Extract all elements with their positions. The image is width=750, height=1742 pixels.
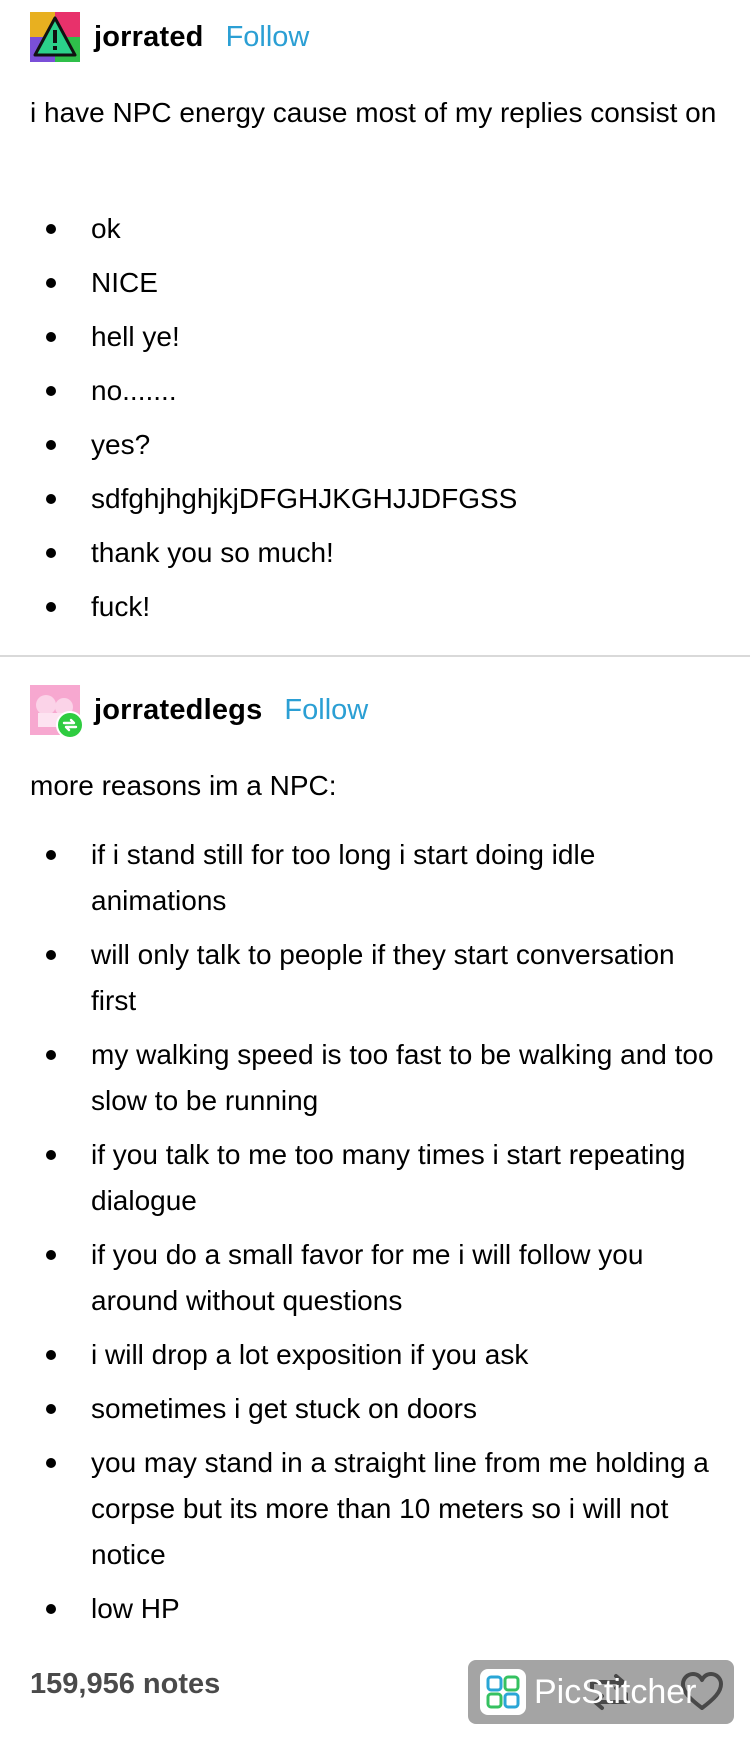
watermark-text: PicStitcher <box>534 1672 697 1711</box>
warning-triangle-avatar-icon <box>30 12 80 62</box>
list-item-text: fuck! <box>91 591 151 622</box>
list-item: ok <box>0 206 750 252</box>
list-item-text: yes? <box>91 429 151 460</box>
bullet-icon <box>46 278 56 288</box>
picstitcher-logo-icon <box>480 1669 526 1715</box>
bullet-icon <box>46 850 56 860</box>
bullet-icon <box>46 1604 56 1614</box>
list-item: thank you so much! <box>0 530 750 576</box>
list-item-text: if you talk to me too many times i start… <box>91 1139 686 1216</box>
list-item-text: will only talk to people if they start c… <box>91 939 675 1016</box>
list-item-text: NICE <box>91 267 158 298</box>
list-item: you may stand in a straight line from me… <box>0 1440 750 1578</box>
bullet-icon <box>46 494 56 504</box>
list-item-text: thank you so much! <box>91 537 334 568</box>
list-item-text: low HP <box>91 1593 180 1624</box>
bullet-icon <box>46 950 56 960</box>
list-item-text: you may stand in a straight line from me… <box>91 1447 709 1570</box>
reply-list: ok NICE hell ye! no....... yes? sdfghjhghjkjD… <box>0 206 750 638</box>
bullet-icon <box>46 602 56 612</box>
list-item: sdfghjhghjkjDFGHJKGHJJDFGSS <box>0 476 750 522</box>
list-item: if you do a small favor for me i will fo… <box>0 1232 750 1324</box>
bullet-icon <box>46 1050 56 1060</box>
bullet-icon <box>46 1150 56 1160</box>
reason-list: if i stand still for too long i start do… <box>0 832 750 1640</box>
list-item: no....... <box>0 368 750 414</box>
list-item-text: sometimes i get stuck on doors <box>91 1393 477 1424</box>
list-item: NICE <box>0 260 750 306</box>
bullet-icon <box>46 1350 56 1360</box>
picstitcher-watermark: PicStitcher <box>468 1660 734 1724</box>
list-item-text: no....... <box>91 375 177 406</box>
notes-count[interactable]: 159,956 notes <box>30 1668 220 1701</box>
bullet-icon <box>46 440 56 450</box>
divider <box>0 655 750 657</box>
list-item-text: my walking speed is too fast to be walki… <box>91 1039 714 1116</box>
follow-button[interactable]: Follow <box>284 694 368 727</box>
bullet-icon <box>46 1404 56 1414</box>
bullet-icon <box>46 548 56 558</box>
avatar[interactable] <box>30 12 80 62</box>
list-item: i will drop a lot exposition if you ask <box>0 1332 750 1378</box>
bullet-icon <box>46 1458 56 1468</box>
list-item-text: i will drop a lot exposition if you ask <box>91 1339 529 1370</box>
list-item: will only talk to people if they start c… <box>0 932 750 1024</box>
list-item: fuck! <box>0 584 750 630</box>
list-item: if i stand still for too long i start do… <box>0 832 750 924</box>
list-item-text: sdfghjhghjkjDFGHJKGHJJDFGSS <box>91 483 518 514</box>
list-item-text: if i stand still for too long i start do… <box>91 839 596 916</box>
list-item: yes? <box>0 422 750 468</box>
list-item: hell ye! <box>0 314 750 360</box>
follow-button[interactable]: Follow <box>226 21 310 54</box>
list-item-text: ok <box>91 213 121 244</box>
list-item-text: if you do a small favor for me i will fo… <box>91 1239 644 1316</box>
bullet-icon <box>46 1250 56 1260</box>
post-header: jorrated Follow <box>30 12 309 62</box>
list-item-text: hell ye! <box>91 321 180 352</box>
list-item: low HP <box>0 1586 750 1632</box>
list-item: my walking speed is too fast to be walki… <box>0 1032 750 1124</box>
list-item: if you talk to me too many times i start… <box>0 1132 750 1224</box>
username[interactable]: jorrated <box>94 21 204 54</box>
bullet-icon <box>46 386 56 396</box>
reblog-badge-icon <box>56 711 84 739</box>
bullet-icon <box>46 224 56 234</box>
avatar[interactable] <box>30 685 84 739</box>
bullet-icon <box>46 332 56 342</box>
post-header: jorratedlegs Follow <box>30 685 368 739</box>
post-text: i have NPC energy cause most of my repli… <box>30 97 717 128</box>
list-item: sometimes i get stuck on doors <box>0 1386 750 1432</box>
post-text: more reasons im a NPC: <box>30 770 337 801</box>
username[interactable]: jorratedlegs <box>94 694 262 727</box>
